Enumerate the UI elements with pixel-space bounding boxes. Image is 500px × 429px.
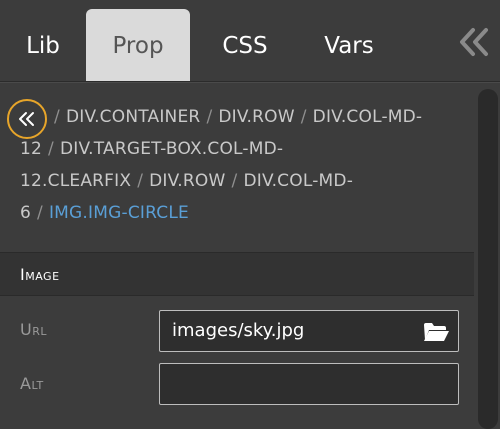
breadcrumb-item-div-row-2[interactable]: DIV.ROW — [149, 171, 225, 191]
tab-vars[interactable]: Vars — [300, 9, 398, 82]
breadcrumb-separator: / — [54, 107, 60, 127]
breadcrumb-item-div-row[interactable]: DIV.ROW — [218, 107, 294, 127]
breadcrumb-separator: / — [300, 107, 307, 127]
url-label: Url — [20, 320, 47, 339]
double-chevron-left-icon — [19, 112, 34, 126]
tab-css[interactable]: CSS — [190, 9, 300, 82]
breadcrumb-separator: / — [206, 107, 213, 127]
breadcrumb-separator: / — [137, 171, 144, 191]
breadcrumb-item-img-circle[interactable]: IMG.IMG-CIRCLE — [49, 203, 189, 223]
double-chevron-left-icon — [460, 28, 488, 56]
browse-button[interactable] — [422, 321, 450, 343]
breadcrumb: / DIV.CONTAINER / DIV.ROW / DIV.COL-MD-12/DIV… — [0, 83, 474, 249]
collapse-panel-button[interactable] — [452, 20, 496, 64]
breadcrumb-path: / DIV.CONTAINER / DIV.ROW / DIV.COL-MD-12/DIV… — [20, 101, 460, 229]
breadcrumb-separator: / — [231, 171, 238, 191]
scrollbar[interactable] — [475, 83, 500, 429]
section-title: Image — [20, 265, 60, 284]
tab-bar: Lib Prop CSS Vars — [0, 0, 500, 82]
alt-field[interactable] — [159, 363, 459, 405]
breadcrumb-item-div-container[interactable]: DIV.CONTAINER — [66, 107, 201, 127]
breadcrumb-back-button[interactable] — [7, 99, 47, 139]
alt-label: Alt — [20, 374, 44, 393]
url-field[interactable]: images/sky.jpg — [159, 310, 459, 352]
tab-prop[interactable]: Prop — [86, 9, 190, 82]
scrollbar-thumb[interactable] — [478, 89, 498, 429]
image-section-header[interactable]: Image — [0, 252, 474, 296]
breadcrumb-separator: / — [48, 139, 54, 159]
url-value: images/sky.jpg — [172, 320, 305, 341]
folder-open-icon — [424, 323, 449, 341]
tab-lib[interactable]: Lib — [0, 9, 86, 82]
breadcrumb-separator: / — [37, 203, 43, 223]
